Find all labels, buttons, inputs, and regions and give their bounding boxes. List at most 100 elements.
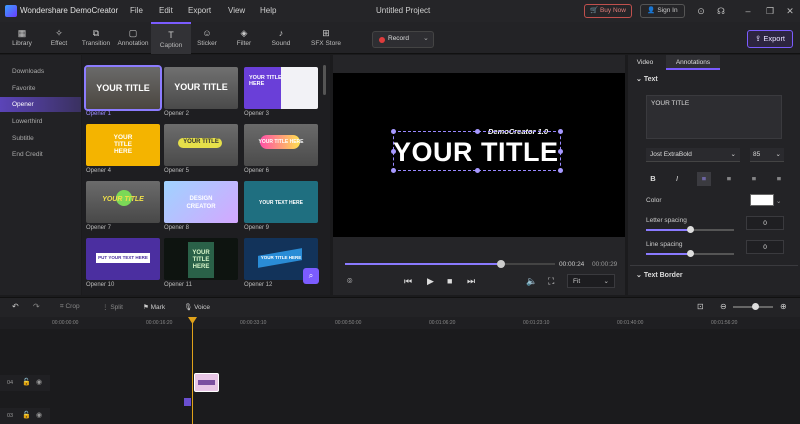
clip-marker[interactable] — [184, 398, 191, 406]
template-opener-10[interactable]: PUT YOUR TEXT HERE — [86, 238, 160, 280]
selection-box[interactable] — [391, 129, 563, 173]
lock-icon[interactable]: 🔓 — [22, 411, 31, 419]
line-spacing-input[interactable]: 0 — [746, 240, 784, 254]
fit-timeline-icon[interactable]: ⊡ — [697, 302, 704, 311]
timeline-ruler[interactable] — [0, 317, 800, 329]
zoom-in-icon[interactable]: ⊕ — [780, 302, 787, 311]
menu-view[interactable]: View — [228, 6, 245, 15]
zoom-out-icon[interactable]: ⊖ — [720, 302, 727, 311]
template-opener-11[interactable]: YOUR TITLE HERE — [164, 238, 238, 280]
tool-effect[interactable]: ✧ Effect — [39, 22, 79, 54]
playback-progress-knob[interactable] — [497, 260, 505, 268]
category-subtitle[interactable]: Subtitle — [0, 131, 81, 146]
italic-icon[interactable]: I — [670, 172, 684, 186]
support-icon[interactable]: ☊ — [715, 5, 727, 17]
tool-filter[interactable]: ◈ Filter — [224, 22, 264, 54]
menu-file[interactable]: File — [130, 6, 143, 15]
mark-button[interactable]: ⚑ Mark — [143, 303, 165, 311]
close-icon[interactable]: ✕ — [784, 5, 796, 17]
playback-progress-fill — [345, 263, 501, 265]
export-button[interactable]: ⇪ Export — [747, 30, 793, 48]
menu-edit[interactable]: Edit — [159, 6, 173, 15]
align-justify-icon[interactable]: ≡ — [772, 172, 786, 186]
zoom-fit-select[interactable]: Fit ⌄ — [567, 274, 615, 288]
search-icon[interactable]: ⌕ — [303, 268, 319, 284]
undo-icon[interactable]: ↶ — [12, 302, 19, 311]
align-center-icon[interactable]: ≡ — [722, 172, 736, 186]
section-text-header[interactable]: ⌄ Text — [636, 75, 658, 83]
color-swatch[interactable] — [750, 194, 774, 206]
redo-icon[interactable]: ↷ — [33, 302, 40, 311]
stop-icon[interactable]: ■ — [447, 276, 452, 286]
menu-export[interactable]: Export — [188, 6, 211, 15]
template-opener-1[interactable]: YOUR TITLE — [84, 65, 162, 111]
line-spacing-knob[interactable] — [687, 250, 694, 257]
letter-spacing-knob[interactable] — [687, 226, 694, 233]
step-back-icon[interactable]: ⏮ — [404, 276, 412, 287]
template-opener-6[interactable]: YOUR TITLE HERE — [244, 124, 318, 166]
maximize-icon[interactable]: ❐ — [764, 5, 776, 17]
category-lowerthird[interactable]: Lowerthird — [0, 114, 81, 129]
app-logo — [5, 5, 17, 17]
category-downloads[interactable]: Downloads — [0, 64, 81, 79]
letter-spacing-input[interactable]: 0 — [746, 216, 784, 230]
font-size-select[interactable]: 85 ⌄ — [750, 148, 784, 162]
fullscreen-icon[interactable]: ⛶ — [548, 276, 554, 287]
app-title: Wondershare DemoCreator — [20, 6, 119, 15]
caption-text-input[interactable]: YOUR TITLE — [646, 95, 782, 139]
bold-icon[interactable]: B — [646, 172, 660, 186]
step-forward-icon[interactable]: ⏭ — [467, 276, 475, 287]
tool-sticker[interactable]: ☺ Sticker — [187, 22, 227, 54]
snapshot-icon[interactable]: ⌾ — [347, 276, 352, 287]
timeline-tracks — [0, 330, 800, 424]
tab-video[interactable]: Video — [628, 55, 662, 70]
record-button[interactable]: Record ⌄ — [372, 31, 434, 48]
transition-icon: ⧉ — [92, 28, 100, 38]
chevron-down-icon: ⌄ — [603, 278, 609, 285]
align-left-icon[interactable]: ≡ — [697, 172, 711, 186]
crop-button[interactable]: ⌗ Crop — [60, 303, 80, 311]
category-opener[interactable]: Opener — [0, 97, 81, 112]
tool-sound[interactable]: ♪ Sound — [261, 22, 301, 54]
align-right-icon[interactable]: ≡ — [747, 172, 761, 186]
template-opener-7[interactable]: YOUR TITLE — [86, 181, 160, 223]
template-opener-5[interactable]: YOUR TITLE — [164, 124, 238, 166]
font-family-select[interactable]: Jost ExtraBold ⌄ — [646, 148, 740, 162]
template-opener-3[interactable]: YOUR TITLE HERE — [244, 67, 318, 109]
lock-icon[interactable]: 🔓 — [22, 378, 31, 386]
tool-transition[interactable]: ⧉ Transition — [76, 22, 116, 54]
menu-help[interactable]: Help — [260, 6, 276, 15]
volume-icon[interactable]: 🔈 — [526, 276, 537, 287]
sticker-icon: ☺ — [202, 28, 212, 38]
grid-scrollbar[interactable] — [323, 65, 326, 95]
line-spacing-label: Line spacing — [646, 241, 683, 248]
play-icon[interactable]: ▶ — [427, 276, 434, 287]
chevron-down-icon[interactable]: ⌄ — [776, 197, 781, 205]
playhead[interactable] — [192, 317, 193, 424]
track-header-03: 03 🔓 ◉ — [0, 408, 50, 424]
eye-icon[interactable]: ◉ — [36, 411, 42, 419]
template-opener-8[interactable]: DESIGN CREATOR — [164, 181, 238, 223]
tool-library[interactable]: ▦ Library — [2, 22, 42, 54]
sign-in-button[interactable]: 👤 Sign In — [640, 4, 685, 18]
section-text-border-header[interactable]: ⌄ Text Border — [636, 271, 683, 279]
tool-annotation[interactable]: ▢ Annotation — [113, 22, 153, 54]
eye-icon[interactable]: ◉ — [36, 378, 42, 386]
minimize-icon[interactable]: – — [742, 5, 754, 17]
tab-annotations[interactable]: Annotations — [666, 55, 720, 70]
category-end-credit[interactable]: End Credit — [0, 147, 81, 162]
title-bar: Wondershare DemoCreator File Edit Export… — [0, 0, 800, 22]
template-opener-2[interactable]: YOUR TITLE — [164, 67, 238, 109]
tool-caption[interactable]: T Caption — [151, 22, 191, 54]
template-opener-9[interactable]: YOUR TEXT HERE — [244, 181, 318, 223]
tool-sfx-store[interactable]: ⊞ SFX Store — [305, 22, 347, 54]
template-opener-4[interactable]: YOUR TITLE HERE — [86, 124, 160, 166]
split-button[interactable]: ⋮ Split — [102, 303, 123, 311]
timeline-zoom-knob[interactable] — [752, 303, 759, 310]
buy-now-button[interactable]: 🛒 Buy Now — [584, 4, 632, 18]
voice-button[interactable]: 🎙 Voice — [184, 303, 210, 311]
notification-icon[interactable]: ⊙ — [695, 5, 707, 17]
category-favorite[interactable]: Favorite — [0, 81, 81, 96]
caption-clip[interactable] — [194, 373, 219, 392]
letter-spacing-fill — [646, 229, 690, 231]
